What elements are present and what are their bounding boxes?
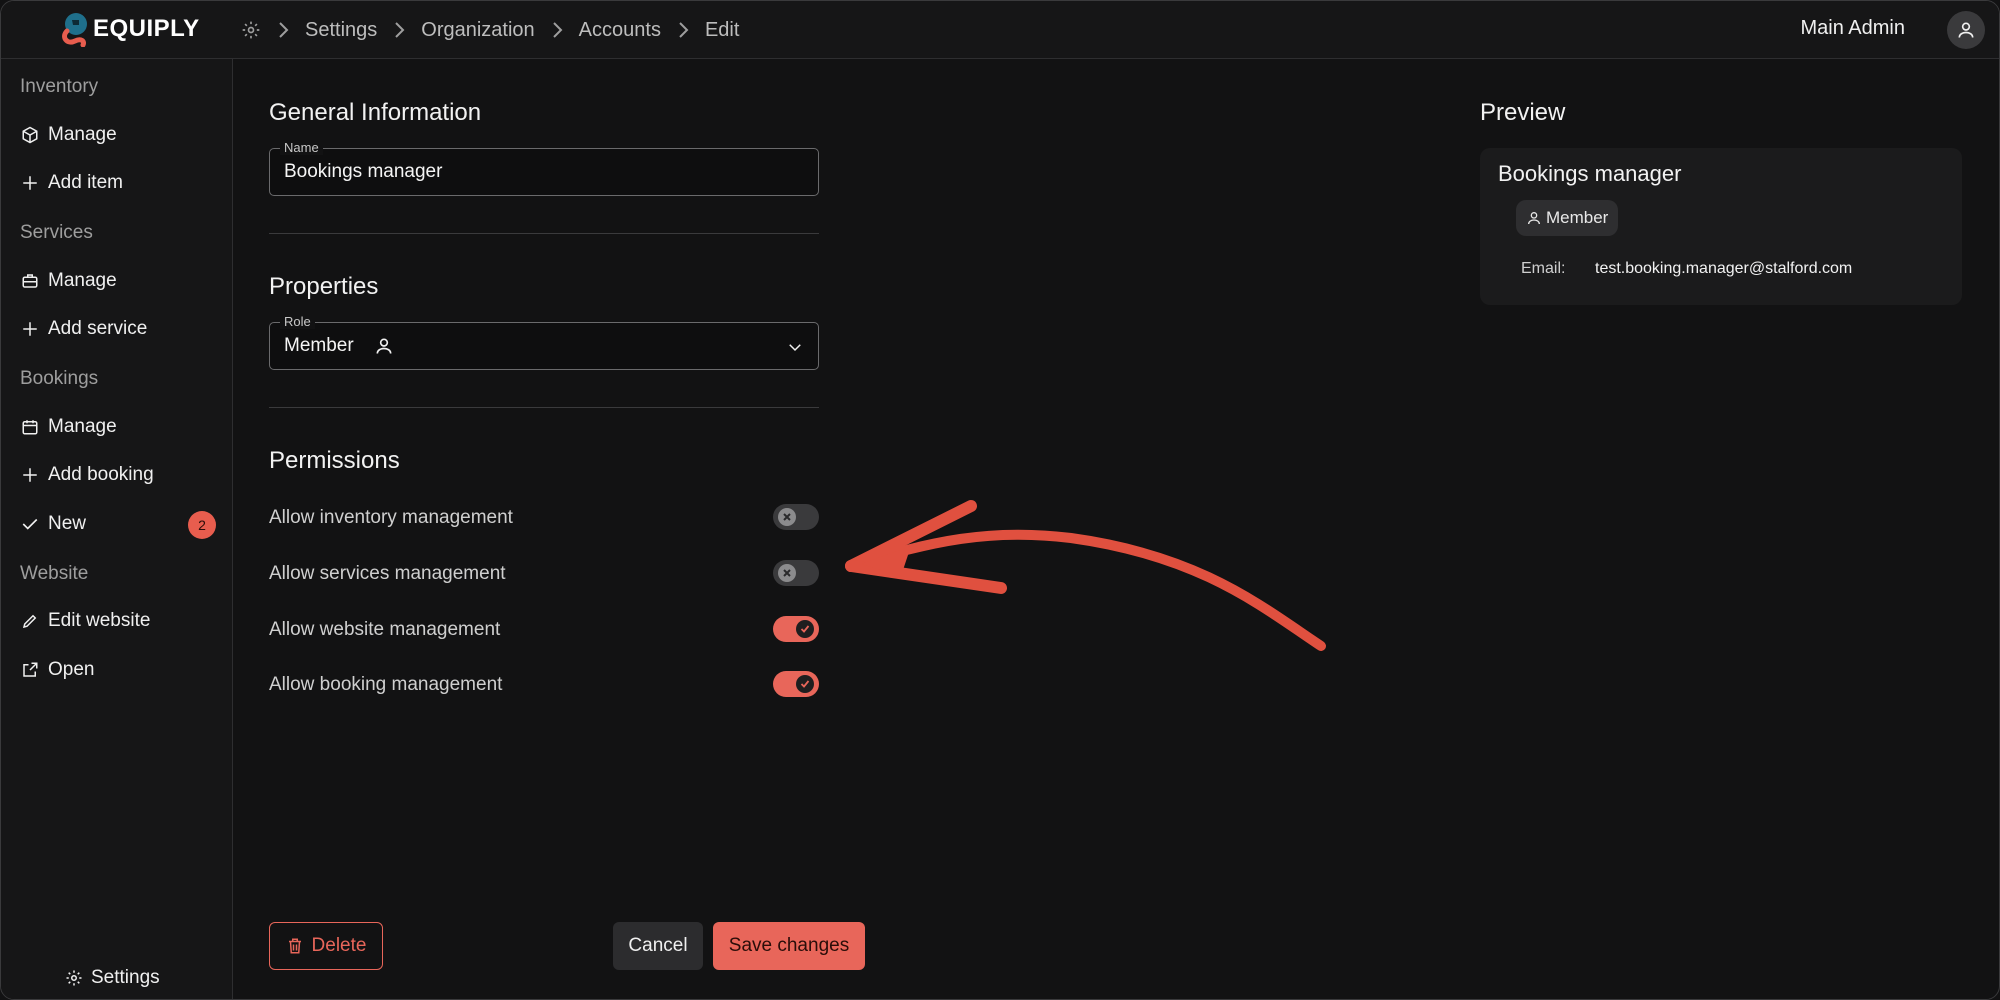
- role-field-value: Member: [284, 335, 354, 356]
- preview-account-name: Bookings manager: [1498, 161, 1682, 186]
- annotation-arrow: [841, 496, 1331, 666]
- gear-icon: [65, 969, 83, 987]
- name-field-label: Name: [280, 140, 323, 155]
- permission-row-booking: Allow booking management: [269, 669, 819, 701]
- breadcrumb-settings[interactable]: Settings: [305, 19, 377, 42]
- calendar-icon: [20, 417, 40, 437]
- breadcrumb: Settings Organization Accounts Edit: [241, 1, 739, 59]
- avatar[interactable]: [1947, 11, 1985, 49]
- properties-title: Properties: [269, 273, 379, 300]
- sidebar-item-label: Manage: [48, 416, 117, 437]
- sidebar-item-label: Open: [48, 659, 95, 680]
- chevron-right-icon: [377, 21, 421, 39]
- divider: [269, 407, 819, 408]
- chevron-down-icon: [786, 338, 804, 356]
- email-label: Email:: [1521, 260, 1566, 277]
- sidebar-section-bookings: Bookings: [20, 368, 99, 389]
- user-icon: [1526, 210, 1542, 226]
- x-icon: [778, 564, 796, 582]
- sidebar-item-add-booking[interactable]: Add booking: [20, 459, 216, 491]
- app-window: EQUIPLY Settings Organization Accounts E…: [0, 0, 2000, 1000]
- permission-row-website: Allow website management: [269, 614, 819, 646]
- sidebar-item-label: Manage: [48, 270, 117, 291]
- plus-icon: [20, 319, 40, 339]
- name-field-value: Bookings manager: [284, 161, 443, 182]
- user-icon: [374, 336, 394, 356]
- trash-icon: [286, 937, 304, 955]
- sidebar-settings-button[interactable]: Settings: [65, 967, 160, 989]
- chevron-right-icon: [661, 21, 705, 39]
- sidebar-item-add-item[interactable]: Add item: [20, 167, 216, 199]
- sidebar-section-inventory: Inventory: [20, 76, 99, 97]
- permission-row-services: Allow services management: [269, 558, 819, 590]
- permission-label: Allow website management: [269, 619, 501, 640]
- logo-icon: [59, 11, 91, 48]
- permission-label: Allow services management: [269, 563, 506, 584]
- sidebar-item-label: New: [48, 513, 87, 534]
- inventory-permission-toggle[interactable]: [773, 504, 819, 530]
- breadcrumb-accounts[interactable]: Accounts: [579, 19, 661, 42]
- count-badge: 2: [188, 511, 216, 539]
- preview-card: Bookings manager Member Email: test.book…: [1480, 148, 1962, 305]
- sidebar-item-add-service[interactable]: Add service: [20, 313, 216, 345]
- pencil-icon: [20, 611, 40, 631]
- save-changes-button[interactable]: Save changes: [713, 922, 865, 970]
- chevron-right-icon: [261, 21, 305, 39]
- external-link-icon: [20, 660, 40, 680]
- check-icon: [796, 675, 814, 693]
- sidebar-item-label: Edit website: [48, 610, 151, 631]
- email-value: test.booking.manager@stalford.com: [1595, 260, 1853, 277]
- box-icon: [20, 125, 40, 145]
- sidebar-item-bookings-manage[interactable]: Manage: [20, 411, 216, 443]
- role-field-label: Role: [280, 314, 315, 329]
- sidebar-section-services: Services: [20, 222, 93, 243]
- chevron-right-icon: [535, 21, 579, 39]
- plus-icon: [20, 173, 40, 193]
- check-icon: [796, 620, 814, 638]
- settings-gear-icon[interactable]: [241, 20, 261, 40]
- role-chip: Member: [1516, 200, 1619, 236]
- x-icon: [778, 508, 796, 526]
- permission-row-inventory: Allow inventory management: [269, 502, 819, 534]
- logo[interactable]: EQUIPLY: [59, 11, 200, 48]
- breadcrumb-organization[interactable]: Organization: [421, 19, 534, 42]
- user-name[interactable]: Main Admin: [1801, 17, 1906, 40]
- sidebar-item-inventory-manage[interactable]: Manage: [20, 119, 216, 151]
- sidebar-item-label: Add item: [48, 172, 123, 193]
- plus-icon: [20, 465, 40, 485]
- preview-title: Preview: [1480, 99, 1566, 126]
- breadcrumb-edit: Edit: [704, 18, 740, 41]
- role-select[interactable]: Role Member: [269, 314, 819, 370]
- delete-button[interactable]: Delete: [269, 922, 383, 970]
- sidebar: Inventory Manage Add item Services Manag…: [1, 59, 233, 999]
- name-field[interactable]: Name Bookings manager: [269, 140, 819, 196]
- sidebar-item-new-bookings[interactable]: New 2: [20, 508, 216, 540]
- brand-name: EQUIPLY: [93, 15, 200, 42]
- sidebar-section-website: Website: [20, 563, 89, 584]
- top-bar: EQUIPLY Settings Organization Accounts E…: [1, 1, 1999, 59]
- delete-button-label: Delete: [311, 935, 367, 956]
- permission-label: Allow inventory management: [269, 507, 513, 528]
- sidebar-item-label: Add booking: [48, 464, 154, 485]
- website-permission-toggle[interactable]: [773, 616, 819, 642]
- sidebar-item-services-manage[interactable]: Manage: [20, 265, 216, 297]
- cancel-button[interactable]: Cancel: [613, 922, 703, 970]
- sidebar-item-open-website[interactable]: Open: [20, 654, 216, 686]
- sidebar-item-edit-website[interactable]: Edit website: [20, 605, 216, 637]
- sidebar-settings-label: Settings: [91, 967, 160, 988]
- user-icon: [1958, 22, 1974, 38]
- briefcase-icon: [20, 271, 40, 291]
- sidebar-item-label: Manage: [48, 124, 117, 145]
- permissions-title: Permissions: [269, 447, 400, 474]
- permission-label: Allow booking management: [269, 674, 503, 695]
- general-information-title: General Information: [269, 99, 482, 126]
- booking-permission-toggle[interactable]: [773, 671, 819, 697]
- services-permission-toggle[interactable]: [773, 560, 819, 586]
- role-chip-label: Member: [1546, 208, 1609, 227]
- check-icon: [20, 514, 40, 534]
- sidebar-item-label: Add service: [48, 318, 148, 339]
- divider: [269, 233, 819, 234]
